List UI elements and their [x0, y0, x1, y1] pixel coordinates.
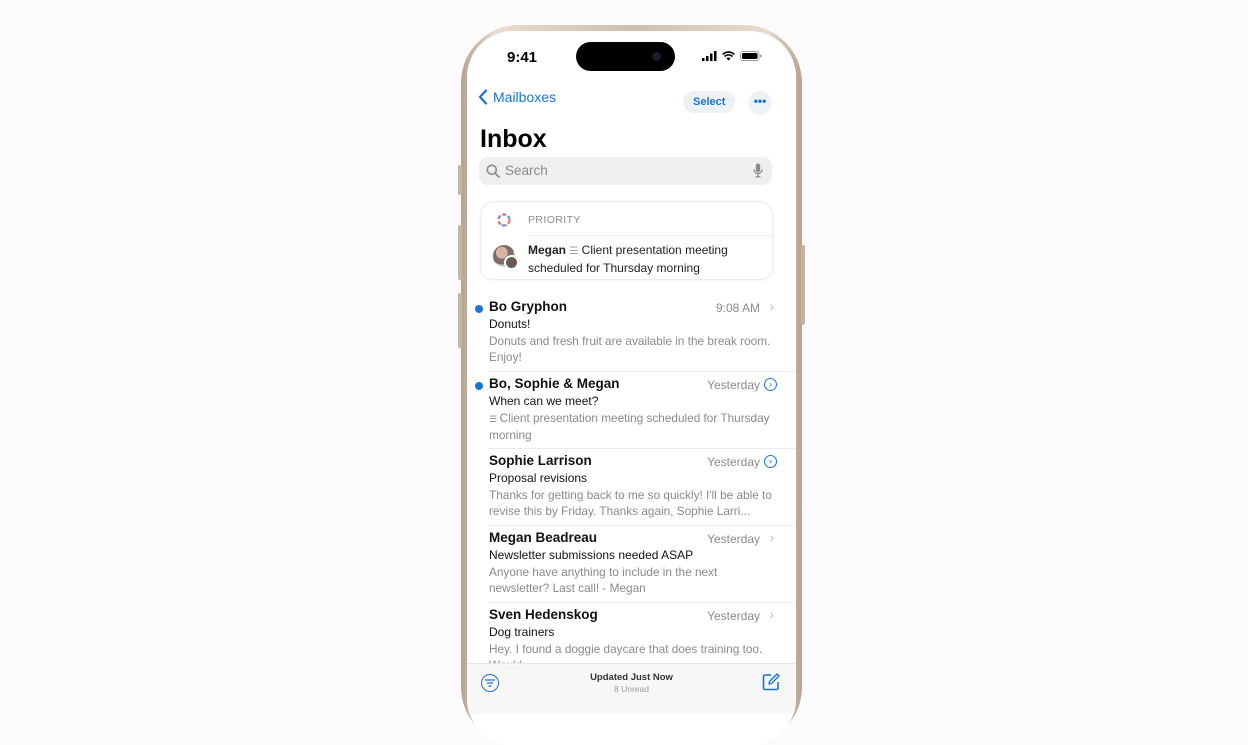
- page-title: Inbox: [480, 125, 547, 153]
- priority-message: Megan ☰ Client presentation meeting sche…: [528, 242, 758, 276]
- email-preview-text: Client presentation meeting scheduled fo…: [489, 411, 770, 442]
- email-list: Bo Gryphon 9:08 AM › Donuts! Donuts and …: [467, 295, 796, 680]
- priority-divider: [528, 235, 772, 236]
- wifi-icon: [722, 51, 735, 61]
- status-icons: [702, 51, 762, 61]
- chevron-right-icon: ›: [769, 299, 774, 314]
- back-to-mailboxes-button[interactable]: Mailboxes: [477, 89, 556, 105]
- back-label: Mailboxes: [493, 89, 557, 105]
- camera-icon: [652, 52, 661, 61]
- email-row[interactable]: Megan Beadreau Yesterday › Newsletter su…: [467, 526, 796, 603]
- unread-dot-icon: [475, 305, 483, 313]
- summary-icon: ☰: [569, 246, 579, 257]
- email-date: 9:08 AM: [715, 301, 760, 315]
- search-placeholder: Search: [505, 163, 548, 178]
- priority-card[interactable]: PRIORITY Megan ☰ Client presentation mee…: [480, 201, 773, 280]
- email-date: Yesterday: [707, 455, 760, 469]
- navigation-bar: Mailboxes Select •••: [467, 89, 796, 119]
- email-sender: Bo Gryphon: [489, 299, 567, 314]
- action-button: [458, 165, 462, 195]
- status-time: 9:41: [507, 49, 538, 66]
- cellular-signal-icon: [702, 51, 717, 61]
- dynamic-island: [576, 42, 675, 71]
- more-options-button[interactable]: •••: [748, 91, 772, 115]
- email-subject: Proposal revisions: [489, 471, 588, 485]
- summary-icon: ☰: [489, 414, 500, 424]
- select-button[interactable]: Select: [683, 91, 736, 113]
- email-preview: ☰ Client presentation meeting scheduled …: [489, 410, 772, 443]
- email-subject: Newsletter submissions needed ASAP: [489, 548, 694, 562]
- chevron-right-icon: ›: [769, 530, 774, 545]
- secondary-avatar: [504, 255, 519, 270]
- email-preview: Anyone have anything to include in the n…: [489, 565, 718, 595]
- compose-icon[interactable]: [762, 673, 780, 691]
- email-date: Yesterday: [707, 609, 760, 623]
- email-preview: Donuts and fresh fruit are available in …: [489, 334, 771, 364]
- search-field[interactable]: Search: [479, 157, 772, 185]
- email-preview: Thanks for getting back to me so quickly…: [489, 488, 772, 518]
- priority-header: PRIORITY: [528, 214, 581, 226]
- priority-sender: Megan: [528, 243, 567, 257]
- unread-count: 8 Unread: [614, 684, 649, 694]
- email-row[interactable]: Bo, Sophie & Megan Yesterday › When can …: [467, 372, 796, 449]
- volume-up-button: [458, 225, 462, 280]
- thread-expand-icon[interactable]: ›: [764, 378, 777, 391]
- email-sender: Sophie Larrison: [489, 453, 592, 468]
- email-subject: Donuts!: [489, 317, 531, 331]
- email-subject: When can we meet?: [489, 394, 599, 408]
- screen: 9:41 Mailboxes Select ••• Inbox Search P…: [467, 31, 796, 745]
- thread-expand-icon[interactable]: ›: [764, 455, 777, 468]
- apple-intelligence-icon: [497, 213, 511, 227]
- email-row[interactable]: Bo Gryphon 9:08 AM › Donuts! Donuts and …: [467, 295, 796, 372]
- updated-status: Updated Just Now: [590, 672, 673, 683]
- chevron-left-icon: [478, 89, 488, 105]
- microphone-icon[interactable]: [753, 163, 763, 178]
- power-button: [801, 245, 805, 325]
- unread-dot-icon: [475, 382, 483, 390]
- search-icon: [486, 164, 500, 178]
- email-row[interactable]: Sophie Larrison Yesterday › Proposal rev…: [467, 449, 796, 526]
- status-bar: 9:41: [467, 31, 796, 79]
- bottom-toolbar: Updated Just Now 8 Unread: [467, 663, 796, 714]
- volume-down-button: [458, 293, 462, 348]
- email-subject: Dog trainers: [489, 625, 555, 639]
- email-date: Yesterday: [707, 378, 760, 392]
- sender-avatar: [493, 245, 519, 270]
- phone-frame: 9:41 Mailboxes Select ••• Inbox Search P…: [458, 25, 805, 745]
- email-sender: Sven Hedenskog: [489, 607, 598, 622]
- battery-icon: [740, 51, 762, 61]
- email-date: Yesterday: [707, 532, 760, 546]
- email-sender: Megan Beadreau: [489, 530, 598, 545]
- email-sender: Bo, Sophie & Megan: [489, 376, 620, 391]
- chevron-right-icon: ›: [769, 607, 774, 622]
